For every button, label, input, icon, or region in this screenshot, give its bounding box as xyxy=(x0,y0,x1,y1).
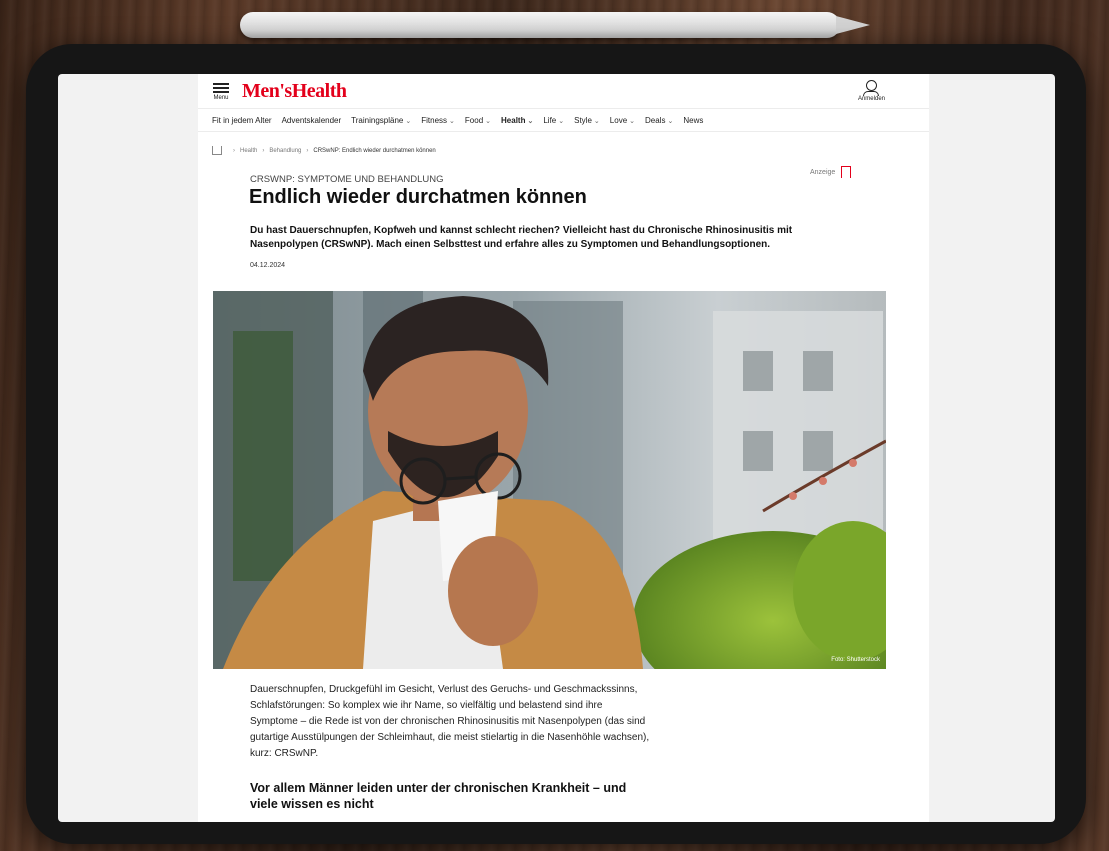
chevron-down-icon: ⌄ xyxy=(449,117,455,125)
nav-item-life[interactable]: Life ⌄ xyxy=(543,116,564,125)
nav-item-love[interactable]: Love ⌄ xyxy=(610,116,635,125)
chevron-down-icon: ⌄ xyxy=(629,117,636,125)
chevron-down-icon: ⌄ xyxy=(485,117,492,125)
ad-label: Anzeige xyxy=(810,168,836,176)
nav-item-fitness[interactable]: Fitness ⌄ xyxy=(421,116,455,125)
article-body: Dauerschnupfen, Druckgefühl im Gesicht, … xyxy=(250,684,650,759)
menu-button[interactable]: Menu xyxy=(212,81,230,101)
article-date: 04.12.2024 xyxy=(250,262,286,269)
menu-label: Menu xyxy=(213,95,229,101)
nav-item-label: Food xyxy=(464,115,484,125)
ad-label-row: Anzeige xyxy=(810,166,852,182)
breadcrumb: › Health › Behandlung › CRSwNP: Endlich wiede… xyxy=(212,146,436,155)
nav-item-news[interactable]: News xyxy=(683,116,703,125)
image-credit: Foto: Shutterstock xyxy=(831,657,880,663)
login-label: Anmelden xyxy=(857,96,885,102)
tablet-screen: Menu Men'sHealth Anmelden Fit in jedem A… xyxy=(58,74,1055,822)
bookmark-icon[interactable] xyxy=(841,166,852,182)
user-icon xyxy=(865,80,877,91)
web-page: Menu Men'sHealth Anmelden Fit in jedem A… xyxy=(198,74,929,822)
nav-item-label: Style xyxy=(574,115,592,125)
stylus-tip xyxy=(836,16,870,34)
hamburger-icon xyxy=(212,83,230,93)
chevron-down-icon: ⌄ xyxy=(527,117,534,125)
nav-item-label: Fitness xyxy=(421,115,448,125)
nav-item-trainingspläne[interactable]: Trainingspläne ⌄ xyxy=(351,116,411,125)
article-title: Endlich wieder durchatmen können xyxy=(249,186,587,208)
main-navigation: Fit in jedem Alter Adventskalender Trainin… xyxy=(198,109,929,132)
hero-image: Foto: Shutterstock xyxy=(213,291,886,669)
home-icon[interactable] xyxy=(212,146,222,155)
chevron-down-icon: ⌄ xyxy=(667,117,674,125)
breadcrumb-item[interactable]: Behandlung xyxy=(269,148,301,154)
nav-item-label: Life xyxy=(543,115,557,125)
login-button[interactable]: Anmelden xyxy=(858,80,885,102)
nav-item-adventskalender[interactable]: Adventskalender xyxy=(282,116,342,125)
chevron-down-icon: ⌄ xyxy=(593,117,600,125)
site-header: Menu Men'sHealth Anmelden xyxy=(198,74,929,109)
breadcrumb-item[interactable]: Health xyxy=(240,148,257,154)
breadcrumb-item: CRSwNP: Endlich wieder durchatmen können xyxy=(313,147,436,154)
nav-item-fit-in-jedem-alter[interactable]: Fit in jedem Alter xyxy=(212,116,272,125)
chevron-right-icon: › xyxy=(233,147,235,154)
article-subhead: Vor allem Männer leiden unter der chroni… xyxy=(250,781,627,811)
hero-photo-illustration xyxy=(213,291,886,669)
nav-item-label: News xyxy=(683,115,704,125)
stylus-pencil xyxy=(240,12,840,38)
nav-item-health[interactable]: Health ⌄ xyxy=(501,116,533,125)
chevron-down-icon: ⌄ xyxy=(558,117,565,125)
chevron-right-icon: › xyxy=(262,147,265,154)
nav-item-food[interactable]: Food ⌄ xyxy=(465,116,491,125)
nav-item-label: Adventskalender xyxy=(281,115,342,125)
chevron-down-icon: ⌄ xyxy=(405,117,412,125)
chevron-right-icon: › xyxy=(306,147,309,154)
article-lead: Du hast Dauerschnupfen, Kopfweh und kann… xyxy=(250,225,793,250)
nav-item-label: Trainingspläne xyxy=(351,115,404,125)
article-kicker: CRSWNP: SYMPTOME UND BEHANDLUNG xyxy=(250,174,444,185)
site-logo[interactable]: Men'sHealth xyxy=(242,80,347,103)
nav-item-deals[interactable]: Deals ⌄ xyxy=(645,116,673,125)
nav-item-label: Fit in jedem Alter xyxy=(212,115,272,125)
nav-item-label: Deals xyxy=(645,115,666,125)
nav-item-label: Love xyxy=(609,115,628,125)
nav-item-style[interactable]: Style ⌄ xyxy=(574,116,600,125)
nav-item-label: Health xyxy=(501,115,526,125)
